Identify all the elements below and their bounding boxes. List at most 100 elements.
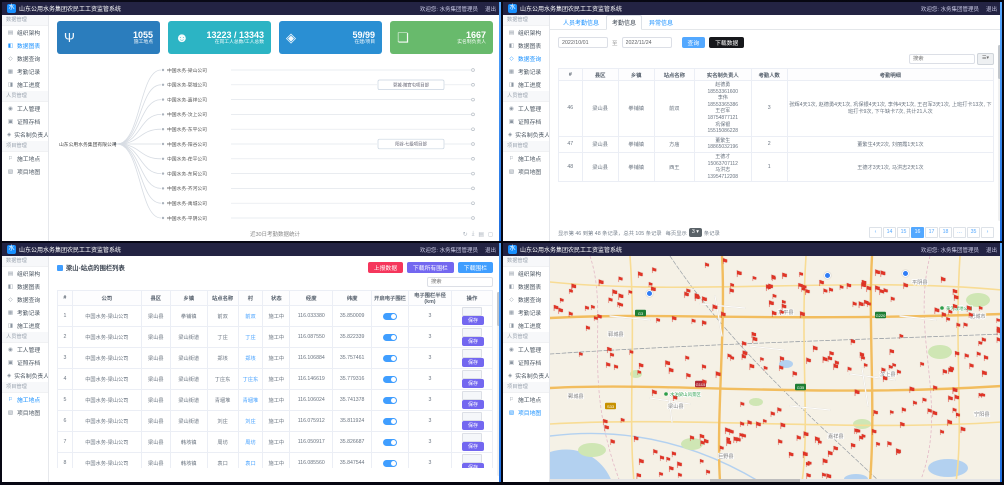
flag-marker[interactable]: ⚑ [995,337,1002,345]
flag-marker[interactable]: ⚑ [858,435,865,442]
sidebar-item-data-search[interactable]: ◇数据查询 [2,293,48,306]
flag-marker[interactable]: ⚑ [881,375,888,383]
fence-toggle[interactable] [383,355,397,362]
flag-marker[interactable]: ⚑ [651,267,658,275]
page-size-select[interactable]: 3 ▾ [689,228,702,237]
flag-marker[interactable]: ⚑ [833,360,840,368]
flag-marker[interactable]: ⚑ [658,455,665,463]
restore-icon[interactable]: ↻ [463,231,468,238]
flag-marker[interactable]: ⚑ [849,339,856,347]
flag-marker[interactable]: ⚑ [962,322,969,329]
page-button[interactable]: 17 [925,227,938,238]
download-icon[interactable]: ⤓ [472,231,475,238]
flag-marker[interactable]: ⚑ [939,430,945,437]
page-button[interactable]: 16 [911,227,924,238]
flag-marker[interactable]: ⚑ [838,286,844,293]
flag-marker[interactable]: ⚑ [781,272,789,281]
fence-toggle[interactable] [383,376,397,383]
flag-marker[interactable]: ⚑ [945,318,951,325]
logout-link[interactable]: 退出 [986,246,997,254]
column-header[interactable]: # [58,291,73,306]
flag-marker[interactable]: ⚑ [607,297,614,304]
flag-marker[interactable]: ⚑ [787,451,794,459]
flag-marker[interactable]: ⚑ [926,408,933,416]
column-header[interactable]: 实名制负责人 [694,69,751,81]
flag-marker[interactable]: ⚑ [584,325,591,332]
sidebar-item-attendance-log[interactable]: ▦考勤记录 [503,65,549,78]
flag-marker[interactable]: ⚑ [821,458,829,467]
flag-marker[interactable]: ⚑ [853,428,860,436]
flag-marker[interactable]: ⚑ [701,379,708,387]
stat-card[interactable]: Ψ1055施工地点 [57,21,160,54]
sidebar-item-project-map[interactable]: ▧项目地图 [503,165,549,178]
sidebar-item-id-card[interactable]: ▣证照存档 [2,115,48,128]
page-button[interactable]: 14 [883,227,896,238]
flag-marker[interactable]: ⚑ [637,458,645,467]
flag-marker[interactable]: ⚑ [851,301,858,308]
search-input[interactable] [427,277,493,287]
flag-marker[interactable]: ⚑ [888,349,895,357]
flag-marker[interactable]: ⚑ [755,421,763,430]
flag-marker[interactable]: ⚑ [739,402,745,409]
flag-marker[interactable]: ⚑ [779,422,787,431]
flag-marker[interactable]: ⚑ [655,319,661,326]
flag-marker[interactable]: ⚑ [845,283,852,291]
stat-card[interactable]: ❏1667实名制负责人 [390,21,493,54]
flag-marker[interactable]: ⚑ [771,277,777,284]
flag-marker[interactable]: ⚑ [746,420,753,428]
sidebar-item-data-search[interactable]: ◇数据查询 [503,52,549,65]
page-button[interactable]: 15 [897,227,910,238]
flag-marker[interactable]: ⚑ [921,397,928,404]
column-header[interactable]: 乡镇 [618,69,654,81]
flag-marker[interactable]: ⚑ [672,395,679,403]
logout-link[interactable]: 退出 [485,5,496,13]
village-link[interactable]: 青堌堆 [243,398,259,404]
fence-toggle[interactable] [383,313,397,320]
village-link[interactable]: 周坊 [245,440,255,446]
flag-marker[interactable]: ⚑ [849,443,856,451]
sidebar-item-manager[interactable]: ◈实名制负责人 [2,369,48,382]
date-to-input[interactable] [622,37,672,48]
flag-marker[interactable]: ⚑ [865,301,872,308]
flag-marker[interactable]: ⚑ [698,460,704,467]
zoom-reset-icon[interactable]: ◻ [488,231,493,238]
flag-marker[interactable]: ⚑ [683,291,691,299]
date-from-input[interactable] [558,37,608,48]
download-data-button[interactable]: 下载数据 [709,37,744,48]
flag-marker[interactable]: ⚑ [617,293,625,302]
fence-toggle[interactable] [383,418,397,425]
flag-marker[interactable]: ⚑ [778,365,785,373]
fence-toggle[interactable] [383,460,397,467]
column-header[interactable]: 操作 [451,291,492,306]
tab-2[interactable]: 考勤信息 [606,15,642,30]
flag-marker[interactable]: ⚑ [769,411,776,419]
flag-marker[interactable]: ⚑ [590,306,596,313]
flag-marker[interactable]: ⚑ [963,353,970,361]
column-header[interactable]: 乡镇 [170,291,207,306]
flag-marker[interactable]: ⚑ [606,346,613,354]
sidebar-item-progress[interactable]: ◨施工进度 [2,319,48,332]
radius-input[interactable] [462,433,482,442]
sidebar-item-org-tree[interactable]: ▤组织架构 [2,267,48,280]
flag-marker[interactable]: ⚑ [751,277,757,284]
sidebar-item-manager[interactable]: ◈实名制负责人 [2,128,48,141]
flag-marker[interactable]: ⚑ [711,304,719,313]
sidebar-item-org-tree[interactable]: ▤组织架构 [503,267,549,280]
sidebar-item-data-search[interactable]: ◇数据查询 [503,293,549,306]
sidebar-item-org-tree[interactable]: ▤组织架构 [2,26,48,39]
stat-card[interactable]: ☻13223 / 13343在岗工人总数/工人总数 [168,21,271,54]
tab-3[interactable]: 异常信息 [644,16,678,29]
flag-marker[interactable]: ⚑ [578,353,584,360]
save-button[interactable]: 保存 [462,337,484,346]
flag-marker[interactable]: ⚑ [759,358,765,365]
radius-input[interactable] [462,349,482,358]
flag-marker[interactable]: ⚑ [879,270,887,279]
flag-marker[interactable]: ⚑ [791,371,798,379]
column-header[interactable]: 公司 [72,291,141,306]
column-header[interactable]: 经度 [290,291,333,306]
flag-marker[interactable]: ⚑ [636,371,642,378]
village-link[interactable]: 刘庄 [245,419,255,425]
flag-marker[interactable]: ⚑ [618,302,624,309]
column-header[interactable]: 村 [238,291,263,306]
village-link[interactable]: 前双 [245,314,255,320]
